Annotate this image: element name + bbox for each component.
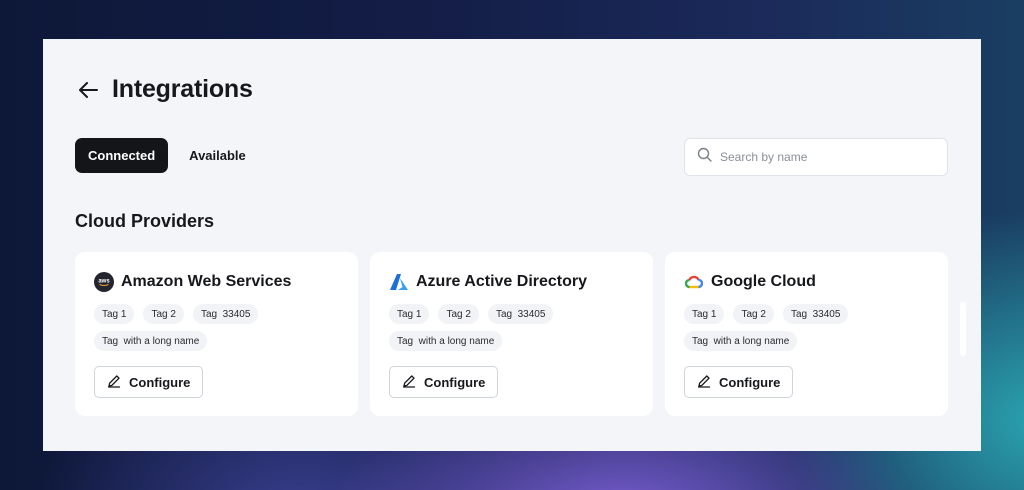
tag: Tag with a long name — [684, 331, 798, 351]
search-icon — [697, 147, 712, 167]
configure-label: Configure — [719, 374, 781, 390]
tab-available[interactable]: Available — [176, 138, 259, 173]
tag: Tag 1 — [389, 304, 430, 324]
azure-logo-icon — [389, 272, 409, 292]
search-input[interactable] — [720, 150, 947, 164]
integration-card-aws: aws Amazon Web Services Tag 1 Tag 2 Tag … — [75, 252, 358, 416]
configure-button-azure[interactable]: Configure — [389, 366, 499, 398]
tab-bar: Connected Available — [75, 138, 259, 173]
google-cloud-logo-icon — [684, 272, 704, 292]
page-header: Integrations — [77, 75, 253, 104]
card-title: Google Cloud — [711, 273, 816, 290]
tag: Tag 33405 — [192, 304, 259, 324]
search-box[interactable] — [684, 138, 948, 176]
scrollbar-thumb[interactable] — [960, 302, 966, 356]
configure-label: Configure — [129, 374, 191, 390]
configure-button-google-cloud[interactable]: Configure — [684, 366, 794, 398]
tag: Tag 33405 — [487, 304, 554, 324]
tag: Tag with a long name — [94, 331, 208, 351]
pencil-icon — [697, 374, 711, 391]
aws-logo-text: aws — [98, 279, 110, 285]
back-arrow-icon[interactable] — [77, 79, 99, 101]
tag: Tag 2 — [438, 304, 479, 324]
configure-button-aws[interactable]: Configure — [94, 366, 204, 398]
aws-logo-icon: aws — [94, 272, 114, 292]
pencil-icon — [402, 374, 416, 391]
integrations-panel: Integrations Connected Available Cloud P… — [43, 39, 981, 451]
integration-cards: aws Amazon Web Services Tag 1 Tag 2 Tag … — [75, 252, 948, 416]
integration-card-google-cloud: Google Cloud Tag 1 Tag 2 Tag 33405 Tag w… — [665, 252, 948, 416]
tab-connected[interactable]: Connected — [75, 138, 169, 173]
page-title: Integrations — [112, 75, 253, 103]
tag: Tag 1 — [684, 304, 725, 324]
integration-card-azure: Azure Active Directory Tag 1 Tag 2 Tag 3… — [370, 252, 653, 416]
card-title: Azure Active Directory — [416, 273, 588, 290]
tag: Tag with a long name — [389, 331, 503, 351]
section-title: Cloud Providers — [75, 211, 215, 231]
configure-label: Configure — [424, 374, 486, 390]
tag: Tag 2 — [733, 304, 774, 324]
tag: Tag 33405 — [782, 304, 849, 324]
card-title: Amazon Web Services — [121, 273, 292, 290]
pencil-icon — [107, 374, 121, 391]
tag: Tag 1 — [94, 304, 135, 324]
tag: Tag 2 — [143, 304, 184, 324]
